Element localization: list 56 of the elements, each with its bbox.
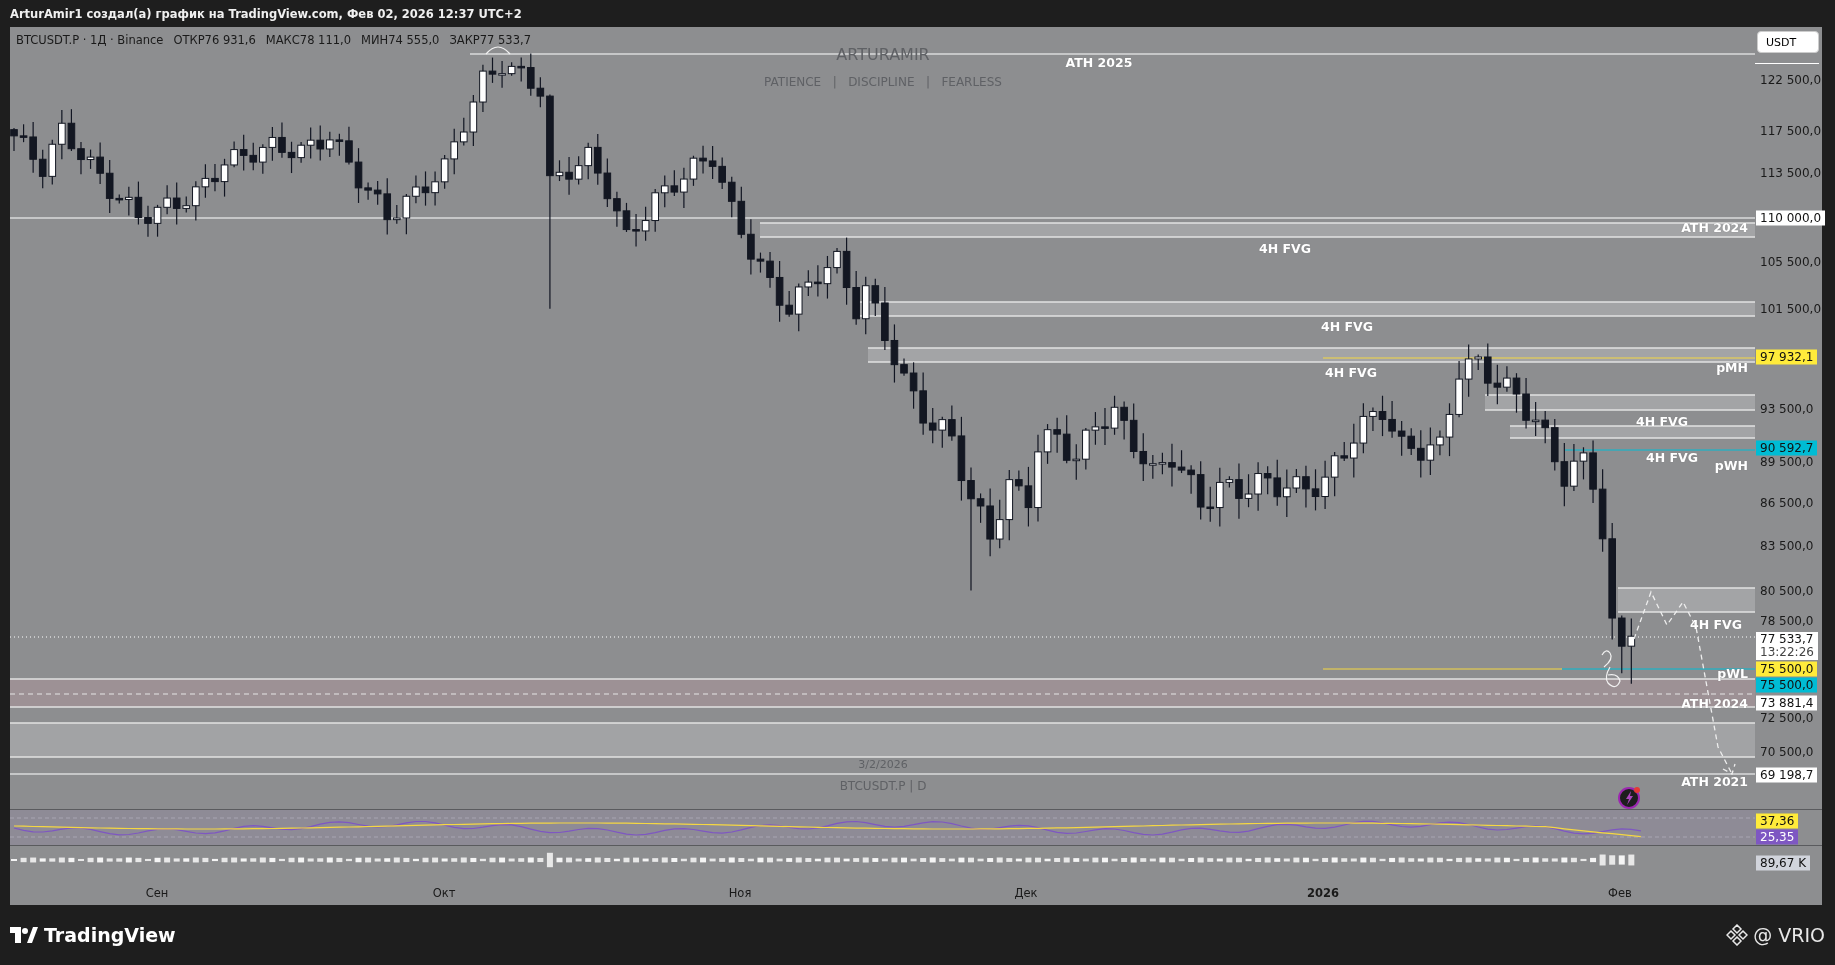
chart-annotation: 4H FVG — [1636, 413, 1688, 429]
chart-annotation: ATH 2025 — [1065, 54, 1133, 70]
chart-annotation: pMH — [1716, 359, 1748, 375]
credit-text: @ VRIO — [1753, 924, 1825, 946]
currency-button[interactable]: USDT — [1757, 31, 1819, 53]
price-badge: 73 881,4 — [1756, 695, 1818, 711]
volume-badge: 89,67 K — [1756, 855, 1811, 871]
chart-annotation: pWH — [1714, 457, 1748, 473]
time-label: 2026 — [1307, 885, 1339, 900]
price-tick: 93 500,0 — [1760, 401, 1814, 416]
price-tick: 72 500,0 — [1760, 710, 1814, 725]
header-text: ArturAmir1 создал(а) график на TradingView.com, Фев 02, 2026 12:37 UTC+2 — [10, 6, 522, 21]
rsi-badge: 25,35 — [1756, 829, 1799, 845]
price-badge: 90 592,7 — [1756, 440, 1818, 456]
time-label: Фев — [1608, 885, 1632, 900]
price-tick: 78 500,0 — [1760, 614, 1814, 629]
time-label: Дек — [1014, 885, 1038, 900]
price-badge: 77 533,7 13:22:26 — [1756, 632, 1818, 660]
chart-annotation: 4H FVG — [1646, 449, 1698, 465]
brand-name: TradingView — [44, 924, 176, 946]
price-badge: 69 198,7 — [1756, 767, 1818, 783]
price-tick: 122 500,0 — [1760, 73, 1822, 87]
price-tick: 83 500,0 — [1760, 539, 1814, 554]
price-tick: 101 500,0 — [1760, 301, 1822, 316]
ohlc-value: МАКС78 111,0 — [265, 33, 352, 47]
price-tick: 86 500,0 — [1760, 496, 1814, 511]
price-tick: 105 500,0 — [1760, 254, 1822, 269]
time-label: Ноя — [728, 885, 752, 900]
ohlc-value: ЗАКР77 533,7 — [449, 33, 531, 47]
chart-annotation: ATH 2021 — [1681, 773, 1748, 789]
chart-annotation: pWL — [1717, 665, 1748, 681]
ohlc-value: МИН74 555,0 — [361, 33, 440, 47]
watermark-title: ARTURAMIR — [836, 44, 930, 64]
time-label: Окт — [432, 885, 456, 900]
price-badge: 97 932,1 — [1756, 349, 1818, 365]
time-label: Сен — [145, 885, 169, 900]
rsi-badge: 37,36 — [1756, 813, 1799, 829]
lightning-icon[interactable] — [1618, 785, 1642, 809]
chart-annotation: 4H FVG — [1321, 318, 1373, 334]
chart-annotation: 4H FVG — [1690, 616, 1742, 632]
symbol-label: BTCUSDT.P · 1Д · Binance — [16, 33, 164, 47]
ohlc-value: ОТКР76 931,6 — [173, 33, 256, 47]
chart-annotation: 4H FVG — [1325, 364, 1377, 380]
price-badge: 75 500,0 — [1756, 677, 1818, 693]
chart-annotation: ATH 2024 — [1681, 219, 1748, 235]
price-tick: 117 500,0 — [1760, 123, 1822, 138]
price-badge: 110 000,0 — [1756, 210, 1826, 226]
chart-annotation: 4H FVG — [1259, 240, 1311, 256]
price-tick: 113 500,0 — [1760, 165, 1822, 180]
diamond-logo-icon — [1726, 924, 1749, 946]
price-tick: 80 500,0 — [1760, 583, 1814, 598]
price-badge: 75 500,0 — [1756, 661, 1818, 677]
price-tick: 70 500,0 — [1760, 744, 1814, 759]
chart-annotation: ATH 2024 — [1681, 695, 1748, 711]
price-tick: 89 500,0 — [1760, 454, 1814, 469]
tradingview-logo-icon — [10, 927, 38, 943]
